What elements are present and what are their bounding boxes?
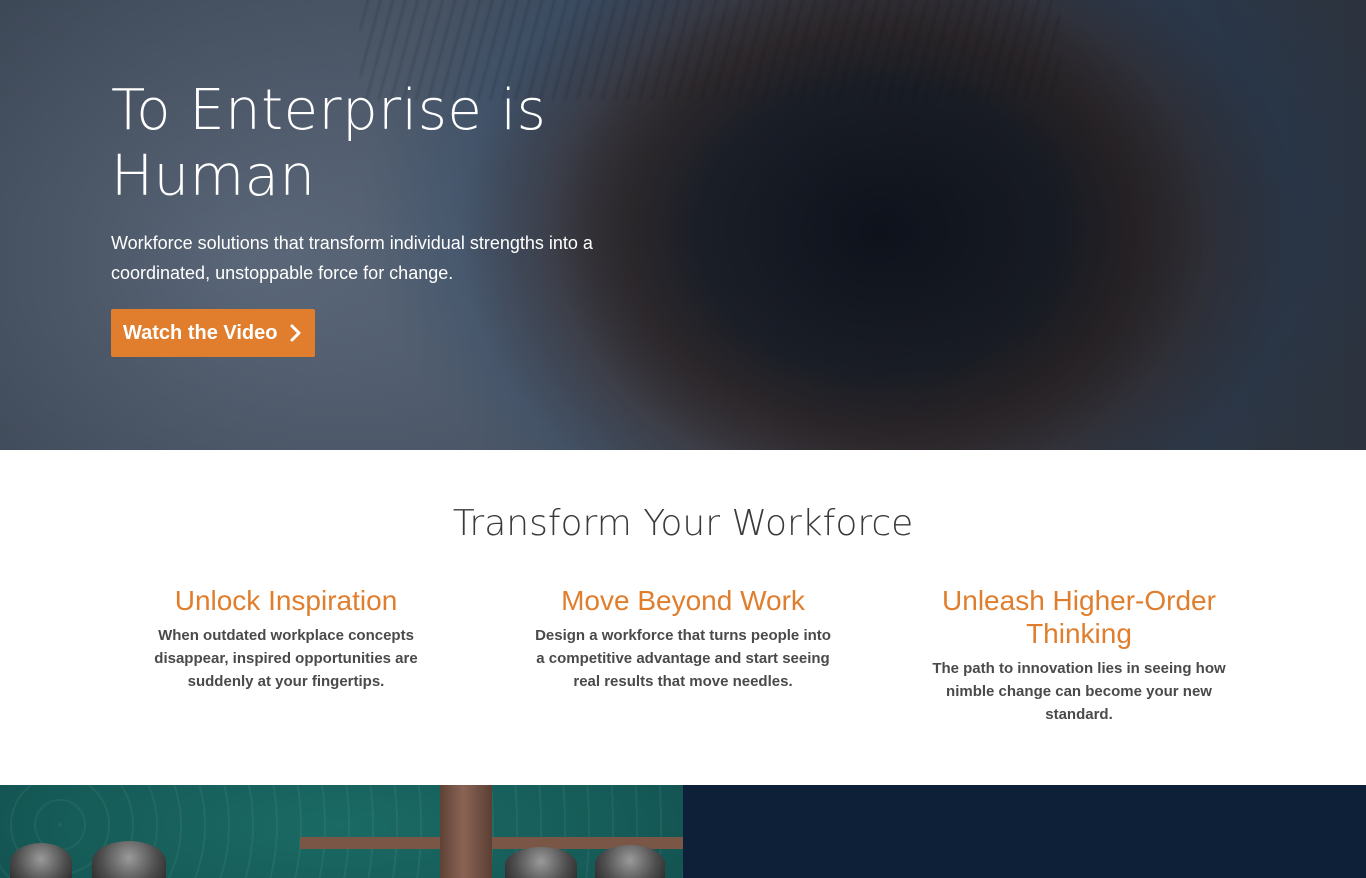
hero-content: To Enterprise is Human Workforce solutio… xyxy=(111,78,671,357)
hero-title: To Enterprise is Human xyxy=(111,78,671,210)
feature-text: When outdated workplace concepts disappe… xyxy=(154,627,418,690)
feature-heading: Unlock Inspiration xyxy=(174,585,398,616)
hero-subtitle: Workforce solutions that transform indiv… xyxy=(111,233,593,283)
watch-video-button[interactable]: Watch the Video xyxy=(111,309,316,357)
hero-title-line-1: To Enterprise is xyxy=(111,78,547,143)
hero-title-line-2: Human xyxy=(111,144,316,209)
decorative-pillar xyxy=(440,785,492,878)
transform-section: Transform Your Workforce Unlock Inspirat… xyxy=(0,450,1366,785)
section-title: Transform Your Workforce xyxy=(452,503,914,544)
person-silhouette xyxy=(505,847,577,878)
bottom-dark-panel xyxy=(683,785,1366,878)
person-silhouette xyxy=(595,845,665,878)
feature-text: Design a workforce that turns people int… xyxy=(535,627,831,690)
feature-heading: Move Beyond Work xyxy=(561,585,805,616)
bottom-image-panel xyxy=(0,785,683,878)
feature-column-unlock-inspiration: Unlock Inspiration When outdated workpla… xyxy=(126,584,446,693)
hero-banner: To Enterprise is Human Workforce solutio… xyxy=(0,0,1366,450)
feature-heading: Unleash Higher-Order Thinking xyxy=(942,585,1216,649)
chevron-right-icon xyxy=(289,324,303,342)
feature-column-higher-order-thinking: Unleash Higher-Order Thinking The path t… xyxy=(919,584,1239,726)
person-silhouette xyxy=(92,841,166,878)
feature-column-move-beyond-work: Move Beyond Work Design a workforce that… xyxy=(523,584,843,693)
watch-video-label: Watch the Video xyxy=(123,321,278,344)
person-silhouette xyxy=(10,843,72,878)
feature-text: The path to innovation lies in seeing ho… xyxy=(932,660,1226,723)
